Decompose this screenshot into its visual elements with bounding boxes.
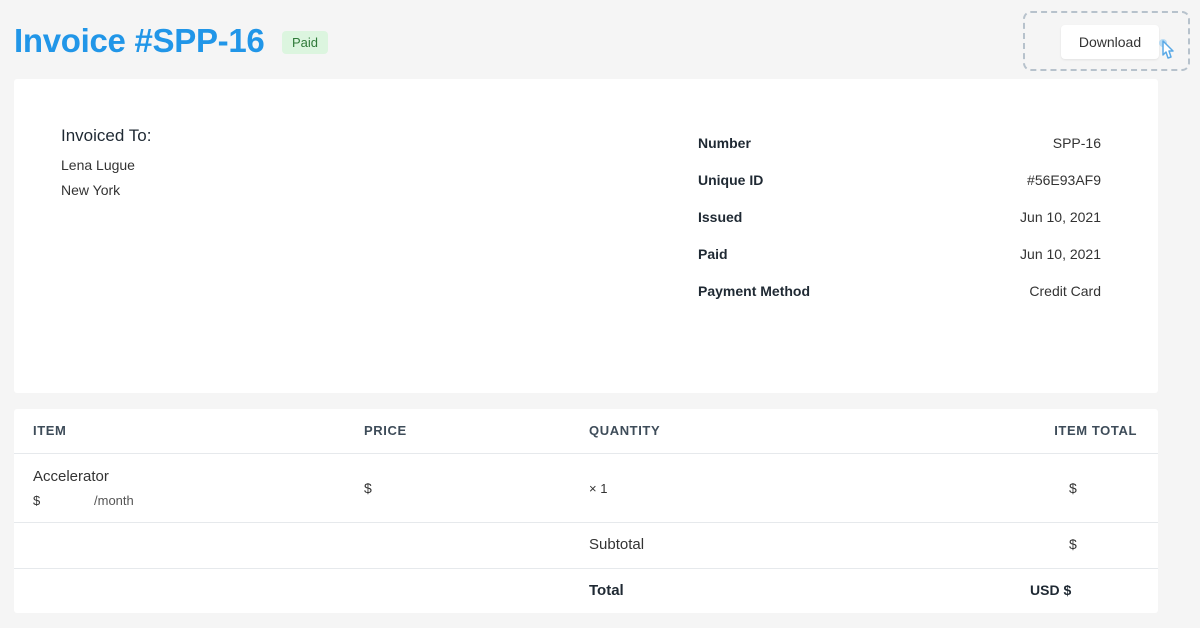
detail-row-unique-id: Unique ID #56E93AF9 xyxy=(698,172,1101,209)
total-label: Total xyxy=(589,582,624,599)
detail-value: #56E93AF9 xyxy=(1027,172,1101,188)
column-header-price: PRICE xyxy=(364,423,407,438)
total-row: Total USD $ xyxy=(14,569,1158,613)
page-title: Invoice #SPP-16 xyxy=(14,22,265,59)
detail-label: Unique ID xyxy=(698,172,764,188)
invoiced-to-heading: Invoiced To: xyxy=(61,126,152,145)
item-unit-price-prefix: $ xyxy=(33,493,41,508)
download-button[interactable]: Download xyxy=(1061,25,1159,59)
detail-label: Payment Method xyxy=(698,283,811,299)
column-header-item: ITEM xyxy=(33,423,67,438)
subtotal-label: Subtotal xyxy=(589,536,645,553)
table-header-row: ITEM PRICE QUANTITY ITEM TOTAL xyxy=(14,409,1158,454)
detail-row-issued: Issued Jun 10, 2021 xyxy=(698,209,1101,246)
item-name: Accelerator xyxy=(33,468,109,485)
detail-label: Issued xyxy=(698,209,743,225)
item-price: $ xyxy=(364,480,372,496)
invoice-details: Number SPP-16 Unique ID #56E93AF9 Issued… xyxy=(698,135,1101,320)
detail-label: Number xyxy=(698,135,751,151)
detail-value: Jun 10, 2021 xyxy=(1020,246,1101,262)
customer-name: Lena Lugue xyxy=(61,157,135,173)
detail-value: Jun 10, 2021 xyxy=(1020,209,1101,225)
line-items-table: ITEM PRICE QUANTITY ITEM TOTAL Accelerat… xyxy=(14,409,1158,613)
status-badge: Paid xyxy=(282,31,329,54)
detail-row-paid: Paid Jun 10, 2021 xyxy=(698,246,1101,283)
column-header-item-total: ITEM TOTAL xyxy=(1054,423,1137,438)
detail-row-payment-method: Payment Method Credit Card xyxy=(698,283,1101,320)
detail-label: Paid xyxy=(698,246,728,262)
column-header-quantity: QUANTITY xyxy=(589,423,661,438)
invoice-summary-card: Invoiced To: Lena Lugue New York Number … xyxy=(14,79,1158,393)
detail-value: Credit Card xyxy=(1029,283,1101,299)
detail-row-number: Number SPP-16 xyxy=(698,135,1101,172)
item-unit-price-suffix: /month xyxy=(94,493,134,508)
customer-city: New York xyxy=(61,182,121,198)
subtotal-row: Subtotal $ xyxy=(14,523,1158,569)
pointer-hand-icon xyxy=(1159,39,1174,59)
table-row: Accelerator $ /month $ × 1 $ xyxy=(14,454,1158,523)
total-value: USD $ xyxy=(1030,582,1072,598)
item-quantity: × 1 xyxy=(589,481,608,496)
subtotal-value: $ xyxy=(1069,536,1077,552)
item-total: $ xyxy=(1069,480,1077,496)
detail-value: SPP-16 xyxy=(1052,135,1101,151)
